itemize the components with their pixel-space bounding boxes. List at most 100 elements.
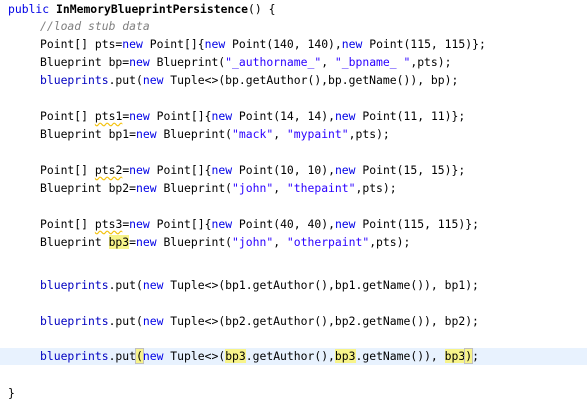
code-line[interactable]: blueprints.put(new Tuple<>(bp2.getAuthor… xyxy=(0,313,587,330)
keyword-token: new xyxy=(211,217,233,231)
code-token: Tuple<>(bp2.getAuthor(),bp2.getName()), … xyxy=(163,314,479,328)
code-token: , xyxy=(273,181,287,195)
code-token: Point[] xyxy=(40,109,95,123)
code-line[interactable]: Blueprint bp=new Blueprint("_authorname_… xyxy=(0,54,587,71)
code-token: .put( xyxy=(108,73,143,87)
code-line-text: Point[] pts3=new Point[]{new Point(40, 4… xyxy=(40,216,479,233)
keyword-token: new xyxy=(142,73,164,87)
string-token: "otherpaint" xyxy=(286,235,370,249)
code-line[interactable]: blueprints.put(new Tuple<>(bp.getAuthor(… xyxy=(0,72,587,89)
code-token: Tuple<>(bp.getAuthor(),bp.getName()), bp… xyxy=(163,73,459,87)
code-token: Point[]{ xyxy=(149,217,212,231)
code-line-text: Point[] pts2=new Point[]{new Point(10, 1… xyxy=(40,162,465,179)
keyword-token: new xyxy=(136,127,157,141)
keyword-token: new xyxy=(334,109,356,123)
code-token: .getAuthor(), xyxy=(245,349,335,363)
code-line-text: Blueprint bp3=new Blueprint("john", "oth… xyxy=(40,234,410,251)
code-token: Blueprint( xyxy=(156,127,233,141)
code-token: .put( xyxy=(108,314,143,328)
code-line[interactable]: Blueprint bp2=new Blueprint("john", "the… xyxy=(0,180,587,197)
code-line[interactable]: } xyxy=(0,385,587,402)
code-line-text: Point[] pts1=new Point[]{new Point(14, 1… xyxy=(40,108,465,125)
code-line[interactable]: Blueprint bp3=new Blueprint("john", "oth… xyxy=(0,234,587,251)
code-token: Blueprint bp= xyxy=(40,55,130,69)
string-token: "thepaint" xyxy=(286,181,356,195)
code-token: Blueprint bp1= xyxy=(40,127,137,141)
unused-variable-warning: pts3 xyxy=(94,217,123,231)
code-token: } xyxy=(8,386,15,400)
keyword-token: new xyxy=(142,278,164,292)
keyword-token: new xyxy=(142,314,164,328)
code-token: ,pts); xyxy=(355,181,397,195)
keyword-token: new xyxy=(129,163,150,177)
code-line-text: public InMemoryBlueprintPersistence() { xyxy=(8,1,275,18)
code-editor[interactable]: public InMemoryBlueprintPersistence() {/… xyxy=(0,0,587,410)
code-token: Point[] xyxy=(40,217,95,231)
code-token: () { xyxy=(248,2,276,16)
code-token: , xyxy=(273,235,287,249)
code-token: Point(40, 40), xyxy=(232,217,335,231)
string-token: "john" xyxy=(232,181,274,195)
code-token: Point(115, 115)}; xyxy=(362,37,486,51)
code-line[interactable]: public InMemoryBlueprintPersistence() { xyxy=(0,1,587,18)
code-line[interactable]: Point[] pts2=new Point[]{new Point(10, 1… xyxy=(0,162,587,179)
field-token: blueprints xyxy=(40,349,109,363)
code-token: Point(140, 140), xyxy=(225,37,342,51)
code-token: Point(15, 15)}; xyxy=(355,163,466,177)
code-token: ,pts); xyxy=(410,55,452,69)
code-token: Blueprint( xyxy=(149,55,226,69)
code-token: Point(11, 11)}; xyxy=(355,109,466,123)
code-line[interactable]: Blueprint bp1=new Blueprint("mack", "myp… xyxy=(0,126,587,143)
code-line[interactable]: blueprints.put(new Tuple<>(bp1.getAuthor… xyxy=(0,277,587,294)
code-token: Point[]{ xyxy=(149,109,212,123)
code-line-text: blueprints.put(new Tuple<>(bp2.getAuthor… xyxy=(40,313,479,330)
occurrence-highlight: bp3 xyxy=(108,235,130,249)
field-token: blueprints xyxy=(40,314,109,328)
keyword-token: new xyxy=(129,55,150,69)
code-token: Point[]{ xyxy=(149,163,212,177)
current-code-line[interactable]: blueprints.put(new Tuple<>(bp3.getAuthor… xyxy=(0,348,587,365)
field-token: blueprints xyxy=(40,278,109,292)
string-token: "john" xyxy=(232,235,274,249)
code-token: Blueprint( xyxy=(156,181,233,195)
unused-variable-warning: pts1 xyxy=(94,109,123,123)
keyword-token: new xyxy=(341,37,363,51)
matching-bracket: ( xyxy=(135,348,144,364)
keyword-token: new xyxy=(204,37,226,51)
string-token: "_authorname_" xyxy=(225,55,322,69)
code-token: ; xyxy=(472,349,479,363)
code-token: .getName()), xyxy=(355,349,445,363)
code-token: ,pts); xyxy=(348,127,390,141)
keyword-token: new xyxy=(136,181,157,195)
code-line-text: blueprints.put(new Tuple<>(bp.getAuthor(… xyxy=(40,72,458,89)
code-line[interactable]: Point[] pts3=new Point[]{new Point(40, 4… xyxy=(0,216,587,233)
code-line-text: Blueprint bp=new Blueprint("_authorname_… xyxy=(40,54,452,71)
keyword-token: new xyxy=(136,235,157,249)
code-token: Point(115, 115)}; xyxy=(355,217,479,231)
code-line-text: Blueprint bp1=new Blueprint("mack", "myp… xyxy=(40,126,390,143)
keyword-token: new xyxy=(122,37,143,51)
code-line[interactable]: //load stub data xyxy=(0,18,587,35)
code-token: Point[] xyxy=(40,163,95,177)
keyword-token: new xyxy=(129,217,150,231)
occurrence-highlight: bp3 xyxy=(225,349,246,363)
code-line[interactable]: Point[] pts=new Point[]{new Point(140, 1… xyxy=(0,36,587,53)
code-token: Blueprint( xyxy=(156,235,233,249)
code-line-text: Point[] pts=new Point[]{new Point(140, 1… xyxy=(40,36,486,53)
code-token: Blueprint bp2= xyxy=(40,181,137,195)
keyword-token: new xyxy=(142,349,164,363)
keyword-token: public xyxy=(8,2,57,16)
keyword-token: new xyxy=(211,163,233,177)
comment-token: //load stub data xyxy=(40,19,150,33)
code-line-text: blueprints.put(new Tuple<>(bp1.getAuthor… xyxy=(40,277,479,294)
code-token: Blueprint xyxy=(40,235,109,249)
keyword-token: new xyxy=(334,163,356,177)
keyword-token: new xyxy=(334,217,356,231)
code-token: Point[] pts= xyxy=(40,37,123,51)
code-line[interactable]: Point[] pts1=new Point[]{new Point(14, 1… xyxy=(0,108,587,125)
string-token: "_bpname_ " xyxy=(334,55,411,69)
code-token: , xyxy=(273,127,287,141)
unused-variable-warning: pts2 xyxy=(94,163,123,177)
code-token: .put xyxy=(108,349,137,363)
string-token: "mack" xyxy=(232,127,274,141)
